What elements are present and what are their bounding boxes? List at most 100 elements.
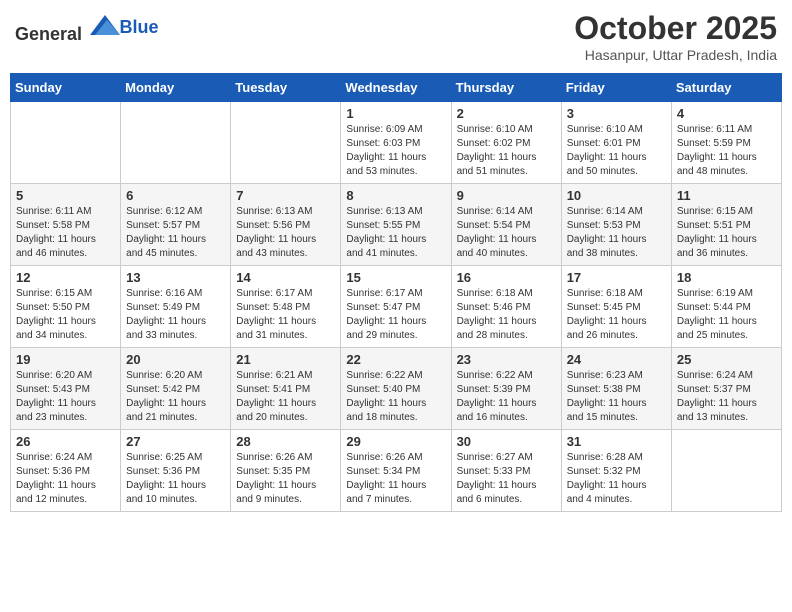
calendar-cell: 10Sunrise: 6:14 AMSunset: 5:53 PMDayligh… (561, 184, 671, 266)
day-number: 14 (236, 270, 335, 285)
location-title: Hasanpur, Uttar Pradesh, India (574, 47, 777, 63)
day-info: Sunrise: 6:11 AMSunset: 5:58 PMDaylight:… (16, 205, 115, 261)
calendar-table: SundayMondayTuesdayWednesdayThursdayFrid… (10, 73, 782, 512)
day-info: Sunrise: 6:17 AMSunset: 5:48 PMDaylight:… (236, 287, 335, 343)
day-number: 31 (567, 434, 666, 449)
day-info: Sunrise: 6:27 AMSunset: 5:33 PMDaylight:… (457, 451, 556, 507)
day-info: Sunrise: 6:14 AMSunset: 5:53 PMDaylight:… (567, 205, 666, 261)
calendar-cell: 8 Sunrise: 6:13 AMSunset: 5:55 PMDaylight… (341, 184, 451, 266)
day-info: Sunrise: 6:12 AMSunset: 5:57 PMDaylight:… (126, 205, 225, 261)
calendar-cell: 29 Sunrise: 6:26 AMSunset: 5:34 PMDayligh… (341, 430, 451, 512)
day-info: Sunrise: 6:24 AMSunset: 5:36 PMDaylight:… (16, 451, 115, 507)
day-info: Sunrise: 6:24 AMSunset: 5:37 PMDaylight:… (677, 369, 776, 425)
day-number: 8 (346, 188, 445, 203)
day-number: 21 (236, 352, 335, 367)
weekday-header: Thursday (451, 74, 561, 102)
calendar-cell: 14 Sunrise: 6:17 AMSunset: 5:48 PMDayligh… (231, 266, 341, 348)
calendar-cell: 2Sunrise: 6:10 AMSunset: 6:02 PMDaylight… (451, 102, 561, 184)
calendar-cell: 12Sunrise: 6:15 AMSunset: 5:50 PMDayligh… (11, 266, 121, 348)
day-number: 11 (677, 188, 776, 203)
calendar-cell: 16Sunrise: 6:18 AMSunset: 5:46 PMDayligh… (451, 266, 561, 348)
calendar-cell: 21 Sunrise: 6:21 AMSunset: 5:41 PMDayligh… (231, 348, 341, 430)
calendar-cell: 15 Sunrise: 6:17 AMSunset: 5:47 PMDayligh… (341, 266, 451, 348)
day-number: 17 (567, 270, 666, 285)
month-title: October 2025 (574, 10, 777, 47)
day-number: 23 (457, 352, 556, 367)
day-number: 25 (677, 352, 776, 367)
day-number: 28 (236, 434, 335, 449)
calendar-cell: 5 Sunrise: 6:11 AMSunset: 5:58 PMDaylight… (11, 184, 121, 266)
calendar-cell: 19Sunrise: 6:20 AMSunset: 5:43 PMDayligh… (11, 348, 121, 430)
day-number: 18 (677, 270, 776, 285)
day-info: Sunrise: 6:11 AMSunset: 5:59 PMDaylight:… (677, 123, 776, 179)
calendar-cell (11, 102, 121, 184)
day-info: Sunrise: 6:26 AMSunset: 5:34 PMDaylight:… (346, 451, 445, 507)
weekday-header: Monday (121, 74, 231, 102)
day-info: Sunrise: 6:14 AMSunset: 5:54 PMDaylight:… (457, 205, 556, 261)
calendar-week-row: 12Sunrise: 6:15 AMSunset: 5:50 PMDayligh… (11, 266, 782, 348)
day-info: Sunrise: 6:22 AMSunset: 5:40 PMDaylight:… (346, 369, 445, 425)
day-number: 20 (126, 352, 225, 367)
logo-icon (90, 10, 120, 40)
calendar-cell: 18 Sunrise: 6:19 AMSunset: 5:44 PMDayligh… (671, 266, 781, 348)
day-number: 27 (126, 434, 225, 449)
day-info: Sunrise: 6:18 AMSunset: 5:45 PMDaylight:… (567, 287, 666, 343)
calendar-cell: 27 Sunrise: 6:25 AMSunset: 5:36 PMDayligh… (121, 430, 231, 512)
calendar-cell (231, 102, 341, 184)
day-info: Sunrise: 6:13 AMSunset: 5:55 PMDaylight:… (346, 205, 445, 261)
calendar-cell: 26Sunrise: 6:24 AMSunset: 5:36 PMDayligh… (11, 430, 121, 512)
calendar-cell: 9 Sunrise: 6:14 AMSunset: 5:54 PMDaylight… (451, 184, 561, 266)
weekday-header: Friday (561, 74, 671, 102)
day-number: 5 (16, 188, 115, 203)
day-info: Sunrise: 6:15 AMSunset: 5:50 PMDaylight:… (16, 287, 115, 343)
day-number: 16 (457, 270, 556, 285)
day-info: Sunrise: 6:28 AMSunset: 5:32 PMDaylight:… (567, 451, 666, 507)
calendar-cell: 28 Sunrise: 6:26 AMSunset: 5:35 PMDayligh… (231, 430, 341, 512)
calendar-cell: 22Sunrise: 6:22 AMSunset: 5:40 PMDayligh… (341, 348, 451, 430)
day-number: 15 (346, 270, 445, 285)
calendar-cell (671, 430, 781, 512)
calendar-cell: 11 Sunrise: 6:15 AMSunset: 5:51 PMDayligh… (671, 184, 781, 266)
day-info: Sunrise: 6:15 AMSunset: 5:51 PMDaylight:… (677, 205, 776, 261)
calendar-cell: 6 Sunrise: 6:12 AMSunset: 5:57 PMDaylight… (121, 184, 231, 266)
day-number: 1 (346, 106, 445, 121)
day-info: Sunrise: 6:09 AMSunset: 6:03 PMDaylight:… (346, 123, 445, 179)
calendar-week-row: 1 Sunrise: 6:09 AMSunset: 6:03 PMDaylight… (11, 102, 782, 184)
day-info: Sunrise: 6:22 AMSunset: 5:39 PMDaylight:… (457, 369, 556, 425)
day-number: 4 (677, 106, 776, 121)
calendar-cell: 31 Sunrise: 6:28 AMSunset: 5:32 PMDayligh… (561, 430, 671, 512)
day-info: Sunrise: 6:21 AMSunset: 5:41 PMDaylight:… (236, 369, 335, 425)
calendar-week-row: 5 Sunrise: 6:11 AMSunset: 5:58 PMDaylight… (11, 184, 782, 266)
day-info: Sunrise: 6:19 AMSunset: 5:44 PMDaylight:… (677, 287, 776, 343)
calendar-header-row: SundayMondayTuesdayWednesdayThursdayFrid… (11, 74, 782, 102)
day-number: 13 (126, 270, 225, 285)
calendar-week-row: 19Sunrise: 6:20 AMSunset: 5:43 PMDayligh… (11, 348, 782, 430)
day-info: Sunrise: 6:10 AMSunset: 6:01 PMDaylight:… (567, 123, 666, 179)
logo-blue: Blue (120, 17, 159, 37)
weekday-header: Tuesday (231, 74, 341, 102)
day-info: Sunrise: 6:25 AMSunset: 5:36 PMDaylight:… (126, 451, 225, 507)
calendar-cell: 25 Sunrise: 6:24 AMSunset: 5:37 PMDayligh… (671, 348, 781, 430)
day-number: 9 (457, 188, 556, 203)
calendar-cell: 1 Sunrise: 6:09 AMSunset: 6:03 PMDaylight… (341, 102, 451, 184)
day-info: Sunrise: 6:23 AMSunset: 5:38 PMDaylight:… (567, 369, 666, 425)
day-info: Sunrise: 6:17 AMSunset: 5:47 PMDaylight:… (346, 287, 445, 343)
logo: General Blue (15, 10, 159, 45)
calendar-cell: 23 Sunrise: 6:22 AMSunset: 5:39 PMDayligh… (451, 348, 561, 430)
day-number: 6 (126, 188, 225, 203)
calendar-cell: 24 Sunrise: 6:23 AMSunset: 5:38 PMDayligh… (561, 348, 671, 430)
logo-general: General (15, 24, 82, 44)
calendar-cell: 4 Sunrise: 6:11 AMSunset: 5:59 PMDaylight… (671, 102, 781, 184)
calendar-cell: 13Sunrise: 6:16 AMSunset: 5:49 PMDayligh… (121, 266, 231, 348)
day-number: 24 (567, 352, 666, 367)
day-number: 3 (567, 106, 666, 121)
calendar-week-row: 26Sunrise: 6:24 AMSunset: 5:36 PMDayligh… (11, 430, 782, 512)
page-header: General Blue October 2025 Hasanpur, Utta… (10, 10, 782, 63)
day-info: Sunrise: 6:26 AMSunset: 5:35 PMDaylight:… (236, 451, 335, 507)
day-number: 29 (346, 434, 445, 449)
day-number: 30 (457, 434, 556, 449)
calendar-cell: 20Sunrise: 6:20 AMSunset: 5:42 PMDayligh… (121, 348, 231, 430)
weekday-header: Saturday (671, 74, 781, 102)
weekday-header: Sunday (11, 74, 121, 102)
weekday-header: Wednesday (341, 74, 451, 102)
